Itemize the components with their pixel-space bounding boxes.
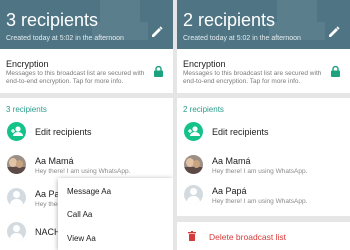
encryption-info[interactable]: Encryption Messages to this broadcast li… [177, 49, 350, 93]
page-title: 2 recipients [183, 10, 276, 30]
header-watermark [269, 0, 325, 40]
recipients-count: 3 recipients [6, 105, 47, 114]
delete-broadcast-button[interactable]: Delete broadcast list [209, 232, 286, 242]
contact-status: Hey there! I am using WhatsApp. [212, 168, 308, 175]
encryption-text: Messages to this broadcast list are secu… [183, 70, 322, 85]
created-subtitle: Created today at 5:02 in the afternoon [183, 35, 301, 42]
avatar [184, 185, 203, 204]
contact-status: Hey there! I am using WhatsApp. [212, 198, 308, 205]
add-person-icon [184, 122, 203, 141]
encryption-title: Encryption [183, 59, 226, 69]
menu-item-call[interactable]: Call Aa [67, 210, 92, 219]
header-watermark [92, 0, 148, 40]
section-divider [0, 93, 173, 98]
right-screen: 2 recipients Created today at 5:02 in th… [177, 0, 350, 250]
lock-icon [331, 66, 340, 77]
contact-name: Aa Papá [212, 186, 247, 196]
contact-name: Aa Mamá [212, 156, 251, 166]
avatar [7, 188, 26, 207]
avatar [7, 155, 26, 174]
page-title: 3 recipients [6, 10, 99, 30]
avatar [184, 155, 203, 174]
menu-item-message[interactable]: Message Aa [67, 187, 111, 196]
edit-icon[interactable] [328, 26, 340, 38]
edit-recipients-label: Edit recipients [35, 127, 92, 137]
contact-row[interactable]: Aa Mamá Hey there! I am using WhatsApp. [177, 153, 350, 177]
avatar [7, 222, 26, 241]
add-person-icon [7, 122, 26, 141]
trash-icon [188, 231, 196, 241]
contact-row[interactable]: Aa Papá Hey there! I am using WhatsApp. [177, 184, 350, 208]
contact-row[interactable]: Aa Mamá Hey there! I am using WhatsApp. [0, 153, 173, 177]
encryption-title: Encryption [6, 59, 49, 69]
edit-recipients-label: Edit recipients [212, 127, 269, 137]
encryption-text: Messages to this broadcast list are secu… [6, 70, 145, 85]
recipients-count: 2 recipients [183, 105, 224, 114]
created-subtitle: Created today at 5:02 in the afternoon [6, 35, 124, 42]
left-screen: 3 recipients Created today at 5:02 in th… [0, 0, 173, 250]
edit-icon[interactable] [151, 26, 163, 38]
section-divider [177, 93, 350, 98]
section-divider [177, 216, 350, 222]
contact-name: Aa Mamá [35, 156, 74, 166]
edit-recipients-row[interactable]: Edit recipients [177, 121, 350, 143]
menu-item-view[interactable]: View Aa [67, 234, 96, 243]
contact-context-menu: Message Aa Call Aa View Aa [58, 178, 173, 250]
lock-icon [154, 66, 163, 77]
broadcast-header: 2 recipients Created today at 5:02 in th… [177, 0, 350, 49]
encryption-info[interactable]: Encryption Messages to this broadcast li… [0, 49, 173, 93]
edit-recipients-row[interactable]: Edit recipients [0, 121, 173, 143]
contact-status: Hey there! I am using WhatsApp. [35, 168, 131, 175]
broadcast-header: 3 recipients Created today at 5:02 in th… [0, 0, 173, 49]
